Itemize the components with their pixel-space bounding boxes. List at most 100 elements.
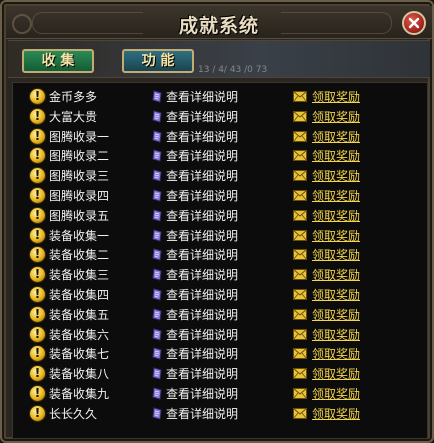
achievement-row: ! 装备收集八 查看详细说明 领取奖励: [13, 364, 427, 383]
envelope-icon: [293, 249, 307, 261]
achievement-row: ! 装备收集六 查看详细说明 领取奖励: [13, 325, 427, 344]
claim-reward-link[interactable]: 领取奖励: [312, 286, 360, 303]
view-details-link[interactable]: 查看详细说明: [166, 128, 238, 145]
window-title: 成就系统: [178, 15, 259, 37]
achievement-window: 成就系统 收 集 功 能 13 / 4/ 43 /0 73 ! 金币多多 查看详细说…: [0, 0, 434, 443]
envelope-icon: [293, 269, 307, 281]
scroll-icon: [152, 407, 162, 420]
scroll-icon: [152, 308, 162, 321]
view-details-link[interactable]: 查看详细说明: [166, 167, 238, 184]
exclamation-icon: !: [29, 246, 46, 264]
achievement-row: ! 装备收集三 查看详细说明 领取奖励: [13, 265, 427, 284]
claim-reward-link[interactable]: 领取奖励: [312, 326, 360, 343]
achievement-name: 装备收集七: [49, 347, 110, 362]
envelope-icon: [293, 170, 307, 182]
scroll-icon: [152, 367, 162, 380]
achievement-name: 装备收集八: [49, 367, 110, 382]
achievement-name: 装备收集九: [49, 387, 110, 401]
close-button[interactable]: [402, 11, 426, 35]
exclamation-icon: !: [29, 147, 46, 165]
exclamation-icon: !: [29, 107, 46, 125]
view-details-link[interactable]: 查看详细说明: [166, 266, 238, 283]
achievement-row: ! 图腾收录五 查看详细说明 领取奖励: [13, 206, 427, 225]
achievement-name: 大富大贵: [49, 109, 98, 124]
envelope-icon: [293, 190, 307, 201]
close-icon: [408, 17, 420, 29]
claim-reward-link[interactable]: 领取奖励: [312, 405, 360, 422]
achievement-row: ! 图腾收录一 查看详细说明 领取奖励: [13, 127, 427, 146]
envelope-icon: [293, 91, 307, 102]
achievement-name: 图腾收录五: [49, 208, 110, 223]
scroll-icon: [152, 288, 162, 301]
background-coordinate-text: 13 / 4/ 43 /0 73: [198, 65, 268, 75]
view-details-link[interactable]: 查看详细说明: [166, 207, 238, 224]
view-details-link[interactable]: 查看详细说明: [166, 147, 238, 164]
achievement-name: 装备收集二: [49, 248, 110, 263]
exclamation-icon: !: [29, 266, 46, 284]
view-details-link[interactable]: 查看详细说明: [166, 88, 238, 105]
claim-reward-link[interactable]: 领取奖励: [312, 227, 360, 244]
view-details-link[interactable]: 查看详细说明: [166, 187, 238, 204]
achievement-row: ! 装备收集四 查看详细说明 领取奖励: [13, 285, 427, 304]
view-details-link[interactable]: 查看详细说明: [166, 286, 238, 303]
achievement-list[interactable]: ! 金币多多 查看详细说明 领取奖励! 大富大贵 查看详细说明 领取奖励! 图腾收录一 查看详细…: [12, 82, 428, 439]
claim-reward-link[interactable]: 领取奖励: [312, 385, 360, 402]
view-details-link[interactable]: 查看详细说明: [166, 227, 238, 244]
claim-reward-link[interactable]: 领取奖励: [312, 306, 360, 323]
achievement-row: ! 图腾收录二 查看详细说明 领取奖励: [13, 146, 427, 165]
envelope-icon: [293, 308, 307, 320]
tab-function[interactable]: 功 能: [122, 49, 194, 73]
exclamation-icon: !: [29, 365, 46, 383]
envelope-icon: [293, 289, 307, 300]
tab-bar: 收 集 功 能 13 / 4/ 43 /0 73: [8, 40, 430, 78]
scroll-icon: [152, 327, 162, 341]
exclamation-icon: !: [29, 88, 46, 105]
claim-reward-link[interactable]: 领取奖励: [312, 207, 360, 224]
exclamation-icon: !: [29, 345, 46, 363]
scroll-icon: [152, 189, 162, 202]
envelope-icon: [293, 348, 307, 360]
view-details-link[interactable]: 查看详细说明: [166, 345, 238, 362]
achievement-row: ! 装备收集九 查看详细说明 领取奖励: [13, 384, 427, 403]
achievement-row: ! 长长久久 查看详细说明 领取奖励: [13, 404, 427, 423]
view-details-link[interactable]: 查看详细说明: [166, 405, 238, 422]
exclamation-icon: !: [29, 127, 46, 145]
claim-reward-link[interactable]: 领取奖励: [312, 246, 360, 263]
scroll-icon: [152, 169, 162, 182]
envelope-icon: [293, 328, 307, 340]
view-details-link[interactable]: 查看详细说明: [166, 326, 238, 343]
achievement-name: 金币多多: [49, 90, 98, 104]
exclamation-icon: !: [29, 325, 46, 343]
scroll-icon: [152, 387, 162, 400]
exclamation-icon: !: [29, 286, 46, 303]
envelope-icon: [293, 388, 307, 399]
scroll-icon: [152, 248, 162, 262]
exclamation-icon: !: [29, 404, 46, 422]
view-details-link[interactable]: 查看详细说明: [166, 365, 238, 382]
view-details-link[interactable]: 查看详细说明: [166, 306, 238, 323]
exclamation-icon: !: [29, 305, 46, 323]
claim-reward-link[interactable]: 领取奖励: [312, 108, 360, 125]
envelope-icon: [293, 130, 307, 142]
view-details-link[interactable]: 查看详细说明: [166, 385, 238, 402]
view-details-link[interactable]: 查看详细说明: [166, 246, 238, 263]
view-details-link[interactable]: 查看详细说明: [166, 108, 238, 125]
tab-collect[interactable]: 收 集: [22, 49, 94, 73]
achievement-name: 装备收集一: [49, 228, 110, 243]
claim-reward-link[interactable]: 领取奖励: [312, 365, 360, 382]
title-bar[interactable]: 成就系统: [6, 6, 432, 39]
claim-reward-link[interactable]: 领取奖励: [312, 147, 360, 164]
claim-reward-link[interactable]: 领取奖励: [312, 266, 360, 283]
claim-reward-link[interactable]: 领取奖励: [312, 345, 360, 362]
claim-reward-link[interactable]: 领取奖励: [312, 128, 360, 145]
achievement-row: ! 图腾收录四 查看详细说明 领取奖励: [13, 186, 427, 205]
scroll-icon: [152, 129, 162, 143]
exclamation-icon: !: [29, 385, 46, 402]
achievement-row: ! 装备收集一 查看详细说明 领取奖励: [13, 226, 427, 245]
achievement-row: ! 大富大贵 查看详细说明 领取奖励: [13, 107, 427, 126]
scroll-icon: [152, 149, 162, 163]
achievement-row: ! 装备收集五 查看详细说明 领取奖励: [13, 305, 427, 324]
claim-reward-link[interactable]: 领取奖励: [312, 187, 360, 204]
claim-reward-link[interactable]: 领取奖励: [312, 167, 360, 184]
claim-reward-link[interactable]: 领取奖励: [312, 88, 360, 105]
